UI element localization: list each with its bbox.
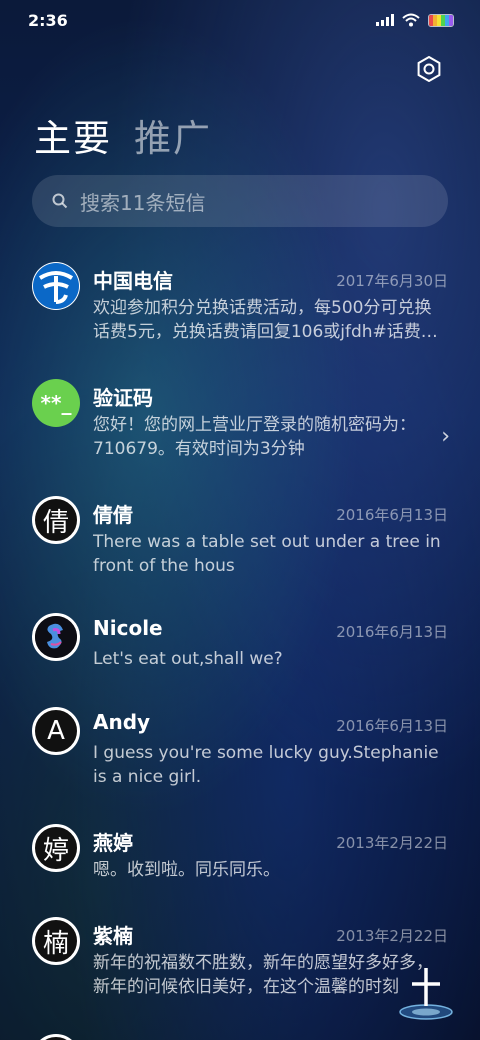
avatar-text: A xyxy=(47,716,65,746)
gear-icon xyxy=(417,55,441,83)
message-snippet: 欢迎参加积分兑换话费活动，每500分可兑换话费5元，兑换话费请回复106或jfd… xyxy=(93,298,438,342)
contact-name: 燕婷 xyxy=(93,831,133,855)
contact-name: 倩倩 xyxy=(93,503,133,527)
contact-name: 中国电信 xyxy=(93,269,173,293)
avatar xyxy=(32,262,80,310)
contact-name: Andy xyxy=(93,710,151,734)
chevron-right-icon[interactable]: › xyxy=(441,424,450,449)
wifi-icon xyxy=(402,13,420,27)
message-date: 2016年6月13日 xyxy=(336,717,448,735)
contact-name: 验证码 xyxy=(93,386,153,410)
settings-button[interactable] xyxy=(416,55,442,83)
avatar-text: **_ xyxy=(40,391,72,415)
avatar xyxy=(32,1034,80,1040)
avatar: 婷 xyxy=(32,824,80,872)
message-snippet: There was a table set out under a tree i… xyxy=(93,532,441,576)
telecom-logo-icon xyxy=(33,263,79,309)
compose-button[interactable] xyxy=(398,962,454,1022)
avatar-text: 婷 xyxy=(42,835,69,866)
avatar-text: 楠 xyxy=(42,928,69,959)
message-snippet: Let's eat out,shall we? xyxy=(93,649,283,669)
contact-name: Nicole xyxy=(93,616,163,640)
photo-avatar-icon xyxy=(35,616,77,658)
plus-icon xyxy=(399,968,453,1020)
battery-icon xyxy=(428,13,454,27)
avatar xyxy=(32,613,80,661)
signal-icon xyxy=(376,14,394,26)
message-snippet: 嗯。收到啦。同乐同乐。 xyxy=(93,860,280,880)
message-date: 2017年6月30日 xyxy=(336,272,448,290)
message-date: 2016年6月13日 xyxy=(336,623,448,641)
contact-name: 紫楠 xyxy=(93,924,133,948)
avatar-text: 倩 xyxy=(42,507,69,538)
search-icon xyxy=(52,193,68,209)
avatar: 楠 xyxy=(32,917,80,965)
tab-bar: 主要 推广 xyxy=(34,108,212,162)
message-date: 2016年6月13日 xyxy=(336,506,448,524)
avatar: **_ xyxy=(32,379,80,427)
status-icons xyxy=(376,13,454,27)
search-placeholder: 搜索11条短信 xyxy=(80,190,206,215)
search-bar[interactable]: 搜索11条短信 xyxy=(32,175,448,227)
status-bar: 2:36 xyxy=(0,0,480,40)
message-snippet: 您好！您的网上营业厅登录的随机密码为：710679。有效时间为3分钟 xyxy=(93,415,416,459)
message-snippet: 新年的祝福数不胜数，新年的愿望好多好多，新年的问候依旧美好，在这个温馨的时刻 xyxy=(93,953,433,997)
message-date: 2013年2月22日 xyxy=(336,834,448,852)
tab-primary[interactable]: 主要 xyxy=(34,108,112,162)
avatar: 倩 xyxy=(32,496,80,544)
status-time: 2:36 xyxy=(28,10,68,30)
message-date: 2013年2月22日 xyxy=(336,927,448,945)
tab-promotions[interactable]: 推广 xyxy=(134,108,212,162)
avatar: A xyxy=(32,707,80,755)
message-snippet: I guess you're some lucky guy.Stephanie … xyxy=(93,743,439,787)
